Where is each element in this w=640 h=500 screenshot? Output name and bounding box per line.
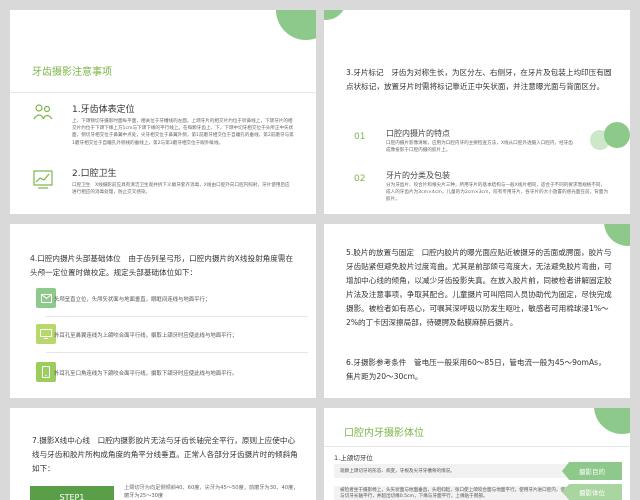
position-row-label: 外耳孔至口角连线为下颌咬合面平行线，摄取下颌牙时应使此线与地面平行。 (54, 371, 238, 377)
film-marking-text: 3.牙片标记 牙齿为对称生长，为区分左、右侧牙，在牙片及包装上均印压有圆点状标记… (346, 68, 612, 91)
purpose-text: 观察上颌切牙的形态、病变，牙根及尖牙牙槽骨的情况。 (340, 469, 455, 474)
decor-circle-small (604, 122, 630, 148)
item-title-hygiene: 2.口腔卫生 (72, 169, 117, 179)
exposure-conditions-text: 6.牙摄影参考条件 管电压一般采用60～85日，管电流一般为45～9omAs，焦… (346, 358, 606, 381)
step-desc: 上颌切牙为向足侧倾斜40、60度，尖牙为45～50度，前磨牙为30、40度，磨牙… (124, 485, 299, 499)
people-icon (32, 102, 54, 128)
position-text: 被检者坐于摄影椅上，头矢状面与地面垂直，头咀仰起，张口使上颌咬合面与地面平行。使… (340, 488, 584, 499)
item-title-positioning: 1.牙齿体表定位 (72, 105, 135, 115)
slide-head-position[interactable]: 4.口腔内摄片头部基础体位 由于齿列呈弓形，口腔内摄片的X线投射角度需在头颅一定… (10, 224, 316, 398)
position-band: 被检者坐于摄影椅上，头矢状面与地面垂直，头咀仰起，张口使上颌咬合面与地面平行。使… (334, 486, 590, 500)
section-title: 口腔内摄片的特点 (386, 129, 450, 138)
monitor-icon (36, 324, 56, 344)
section-desc: 分为牙齿片、咬合片和根尖片三种，所用牙片的基本结构与一般X线片相同，适合于不同的… (386, 183, 608, 202)
position-row-label: 外耳孔至鼻翼连线为上颌咬合面平行线，摄取上颌牙时应使此线与地面平行； (54, 333, 238, 339)
slide-tooth-photo-notes[interactable]: 牙齿摄影注意事项 1.牙齿体表定位 上、下颌侧切牙摄影时面纵平面，相关位于牙槽线… (10, 10, 316, 214)
slide-film-placement[interactable]: 5.胶片的放置与固定 口腔内胶片的曝光面应贴近被摄牙的舌面或腭面，胶片与牙齿贴紧… (324, 224, 630, 398)
section-number: 02 (354, 174, 366, 184)
slide-central-ray[interactable]: 7.摄影X线中心线 口腔内摄影胶片无法与牙齿长轴完全平行，原则上应使中心线与牙齿… (10, 408, 316, 500)
section-desc: 口腔内摄片影像清晰，应用为口腔内牙的主要检查方法，X线从口腔外透摄入口腔内，经牙… (386, 141, 573, 153)
divider (324, 446, 630, 447)
central-ray-text: 7.摄影X线中心线 口腔内摄影胶片无法与牙齿长轴完全平行，原则上应使中心线与牙齿… (32, 436, 298, 473)
head-position-text: 4.口腔内摄片头部基础体位 由于齿列呈弓形，口腔内摄片的X线投射角度需在头颅一定… (30, 254, 294, 277)
decor-circle (594, 408, 630, 434)
item-desc-positioning: 上、下颌侧切牙摄影时面纵平面，相关位于牙槽线的左面。上颌牙片的相交片约位于听鼻线… (72, 119, 294, 146)
decor-circle (276, 10, 316, 40)
decor-circle (324, 10, 346, 20)
section-subtitle: 1.上颌切牙位 (334, 454, 373, 462)
film-placement-text: 5.胶片的放置与固定 口腔内胶片的曝光面应贴近被摄牙的舌面或腭面，胶片与牙齿贴紧… (346, 248, 612, 327)
slide-film-marking[interactable]: 3.牙片标记 牙齿为对称生长，为区分左、右侧牙，在牙片及包装上均印压有圆点状标记… (324, 10, 630, 214)
decor-circle (604, 224, 630, 246)
chart-icon (32, 168, 54, 194)
position-tag: 摄影体位 (562, 484, 622, 500)
step-badge: STEP1 (30, 486, 114, 500)
position-row-label: 头颅呈直立位，头颅矢状面与地面垂直，眼眶间连线与地面平行； (54, 297, 211, 303)
item-desc-hygiene: 口腔卫生 X线摄影前应具有清洁卫生观并拆下义嫩牙套齐消毒，X线由口腔外向口腔内照… (72, 183, 290, 196)
slide-oral-positions[interactable]: 口腔内牙摄影体位 1.上颌切牙位 观察上颌切牙的形态、病变，牙根及尖牙牙槽骨的情… (324, 408, 630, 500)
section-number: 01 (354, 132, 366, 142)
slide-title: 牙齿摄影注意事项 (32, 67, 112, 78)
slide-title: 口腔内牙摄影体位 (344, 428, 424, 439)
purpose-tag: 摄影目的 (562, 462, 622, 480)
section-title: 牙片的分类及包装 (386, 171, 450, 180)
phone-icon (36, 362, 56, 382)
divider (46, 352, 308, 353)
divider (10, 92, 316, 93)
envelope-icon (36, 288, 56, 308)
divider (46, 316, 308, 317)
purpose-band: 观察上颌切牙的形态、病变，牙根及尖牙牙槽骨的情况。 (334, 464, 590, 478)
